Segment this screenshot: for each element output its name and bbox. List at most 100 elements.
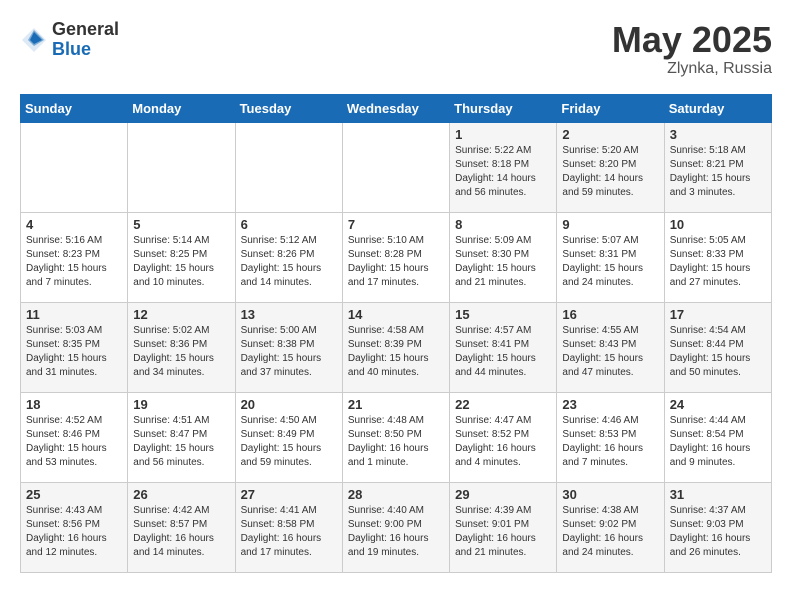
day-info: Sunrise: 4:50 AM Sunset: 8:49 PM Dayligh… [241,414,337,470]
day-info: Sunrise: 4:46 AM Sunset: 8:53 PM Dayligh… [562,414,658,470]
day-number: 25 [26,487,122,502]
day-info: Sunrise: 5:20 AM Sunset: 8:20 PM Dayligh… [562,144,658,200]
calendar-cell: 10 Sunrise: 5:05 AM Sunset: 8:33 PM Dayli… [664,212,771,302]
day-info: Sunrise: 5:09 AM Sunset: 8:30 PM Dayligh… [455,234,551,290]
calendar-cell: 4 Sunrise: 5:16 AM Sunset: 8:23 PM Daylig… [21,212,128,302]
day-info: Sunrise: 5:18 AM Sunset: 8:21 PM Dayligh… [670,144,766,200]
day-number: 13 [241,307,337,322]
day-info: Sunrise: 4:48 AM Sunset: 8:50 PM Dayligh… [348,414,444,470]
day-info: Sunrise: 5:02 AM Sunset: 8:36 PM Dayligh… [133,324,229,380]
day-number: 6 [241,217,337,232]
logo-text: General Blue [52,20,119,60]
day-number: 18 [26,397,122,412]
day-info: Sunrise: 4:40 AM Sunset: 9:00 PM Dayligh… [348,504,444,560]
calendar-cell: 28 Sunrise: 4:40 AM Sunset: 9:00 PM Dayli… [342,482,449,572]
day-info: Sunrise: 4:41 AM Sunset: 8:58 PM Dayligh… [241,504,337,560]
logo-general: General [52,20,119,40]
col-header-tuesday: Tuesday [235,94,342,122]
day-number: 19 [133,397,229,412]
calendar-cell: 30 Sunrise: 4:38 AM Sunset: 9:02 PM Dayli… [557,482,664,572]
day-number: 24 [670,397,766,412]
calendar-cell: 13 Sunrise: 5:00 AM Sunset: 8:38 PM Dayli… [235,302,342,392]
week-row-2: 4 Sunrise: 5:16 AM Sunset: 8:23 PM Daylig… [21,212,772,302]
day-info: Sunrise: 4:39 AM Sunset: 9:01 PM Dayligh… [455,504,551,560]
calendar-cell: 29Sunrise: 4:39 AM Sunset: 9:01 PM Dayli… [450,482,557,572]
day-number: 26 [133,487,229,502]
day-number: 15 [455,307,551,322]
calendar-cell: 3 Sunrise: 5:18 AM Sunset: 8:21 PM Daylig… [664,122,771,212]
day-number: 8 [455,217,551,232]
day-info: Sunrise: 5:10 AM Sunset: 8:28 PM Dayligh… [348,234,444,290]
calendar-cell: 20 Sunrise: 4:50 AM Sunset: 8:49 PM Dayli… [235,392,342,482]
page-header: General Blue May 2025 Zlynka, Russia [20,20,772,78]
col-header-saturday: Saturday [664,94,771,122]
week-row-1: 1 Sunrise: 5:22 AM Sunset: 8:18 PM Daylig… [21,122,772,212]
day-number: 10 [670,217,766,232]
calendar-cell: 26 Sunrise: 4:42 AM Sunset: 8:57 PM Dayli… [128,482,235,572]
day-number: 11 [26,307,122,322]
day-info: Sunrise: 5:14 AM Sunset: 8:25 PM Dayligh… [133,234,229,290]
month-title: May 2025 [612,20,772,60]
calendar-cell: 18Sunrise: 4:52 AM Sunset: 8:46 PM Dayli… [21,392,128,482]
calendar-cell [235,122,342,212]
day-info: Sunrise: 5:05 AM Sunset: 8:33 PM Dayligh… [670,234,766,290]
day-info: Sunrise: 5:03 AM Sunset: 8:35 PM Dayligh… [26,324,122,380]
logo-blue: Blue [52,40,119,60]
calendar-cell: 9Sunrise: 5:07 AM Sunset: 8:31 PM Daylig… [557,212,664,302]
day-info: Sunrise: 4:58 AM Sunset: 8:39 PM Dayligh… [348,324,444,380]
day-info: Sunrise: 4:47 AM Sunset: 8:52 PM Dayligh… [455,414,551,470]
col-header-sunday: Sunday [21,94,128,122]
calendar-cell: 14Sunrise: 4:58 AM Sunset: 8:39 PM Dayli… [342,302,449,392]
calendar-cell: 24Sunrise: 4:44 AM Sunset: 8:54 PM Dayli… [664,392,771,482]
header-row: SundayMondayTuesdayWednesdayThursdayFrid… [21,94,772,122]
calendar-cell: 8 Sunrise: 5:09 AM Sunset: 8:30 PM Daylig… [450,212,557,302]
col-header-wednesday: Wednesday [342,94,449,122]
calendar-table: SundayMondayTuesdayWednesdayThursdayFrid… [20,94,772,573]
calendar-cell: 25 Sunrise: 4:43 AM Sunset: 8:56 PM Dayli… [21,482,128,572]
calendar-cell [128,122,235,212]
week-row-3: 11 Sunrise: 5:03 AM Sunset: 8:35 PM Dayli… [21,302,772,392]
day-info: Sunrise: 5:07 AM Sunset: 8:31 PM Dayligh… [562,234,658,290]
calendar-cell: 11 Sunrise: 5:03 AM Sunset: 8:35 PM Dayli… [21,302,128,392]
day-number: 28 [348,487,444,502]
week-row-4: 18Sunrise: 4:52 AM Sunset: 8:46 PM Dayli… [21,392,772,482]
title-block: May 2025 Zlynka, Russia [612,20,772,78]
day-number: 3 [670,127,766,142]
calendar-cell: 5Sunrise: 5:14 AM Sunset: 8:25 PM Daylig… [128,212,235,302]
logo: General Blue [20,20,119,60]
day-info: Sunrise: 5:22 AM Sunset: 8:18 PM Dayligh… [455,144,551,200]
calendar-cell: 12 Sunrise: 5:02 AM Sunset: 8:36 PM Dayli… [128,302,235,392]
calendar-cell [21,122,128,212]
col-header-friday: Friday [557,94,664,122]
calendar-cell: 17Sunrise: 4:54 AM Sunset: 8:44 PM Dayli… [664,302,771,392]
day-info: Sunrise: 5:16 AM Sunset: 8:23 PM Dayligh… [26,234,122,290]
logo-icon [20,26,48,54]
calendar-cell: 16Sunrise: 4:55 AM Sunset: 8:43 PM Dayli… [557,302,664,392]
day-info: Sunrise: 4:38 AM Sunset: 9:02 PM Dayligh… [562,504,658,560]
calendar-cell: 27 Sunrise: 4:41 AM Sunset: 8:58 PM Dayli… [235,482,342,572]
day-number: 12 [133,307,229,322]
day-number: 22 [455,397,551,412]
calendar-cell: 31 Sunrise: 4:37 AM Sunset: 9:03 PM Dayli… [664,482,771,572]
day-number: 2 [562,127,658,142]
day-number: 30 [562,487,658,502]
calendar-cell [342,122,449,212]
calendar-cell: 6Sunrise: 5:12 AM Sunset: 8:26 PM Daylig… [235,212,342,302]
calendar-cell: 7 Sunrise: 5:10 AM Sunset: 8:28 PM Daylig… [342,212,449,302]
day-number: 31 [670,487,766,502]
day-info: Sunrise: 4:43 AM Sunset: 8:56 PM Dayligh… [26,504,122,560]
day-number: 27 [241,487,337,502]
day-number: 7 [348,217,444,232]
day-number: 20 [241,397,337,412]
day-number: 1 [455,127,551,142]
calendar-cell: 2 Sunrise: 5:20 AM Sunset: 8:20 PM Daylig… [557,122,664,212]
calendar-cell: 22 Sunrise: 4:47 AM Sunset: 8:52 PM Dayli… [450,392,557,482]
day-info: Sunrise: 4:42 AM Sunset: 8:57 PM Dayligh… [133,504,229,560]
calendar-cell: 15Sunrise: 4:57 AM Sunset: 8:41 PM Dayli… [450,302,557,392]
day-info: Sunrise: 4:54 AM Sunset: 8:44 PM Dayligh… [670,324,766,380]
day-number: 4 [26,217,122,232]
day-info: Sunrise: 4:37 AM Sunset: 9:03 PM Dayligh… [670,504,766,560]
day-info: Sunrise: 5:00 AM Sunset: 8:38 PM Dayligh… [241,324,337,380]
location: Zlynka, Russia [612,60,772,78]
col-header-monday: Monday [128,94,235,122]
